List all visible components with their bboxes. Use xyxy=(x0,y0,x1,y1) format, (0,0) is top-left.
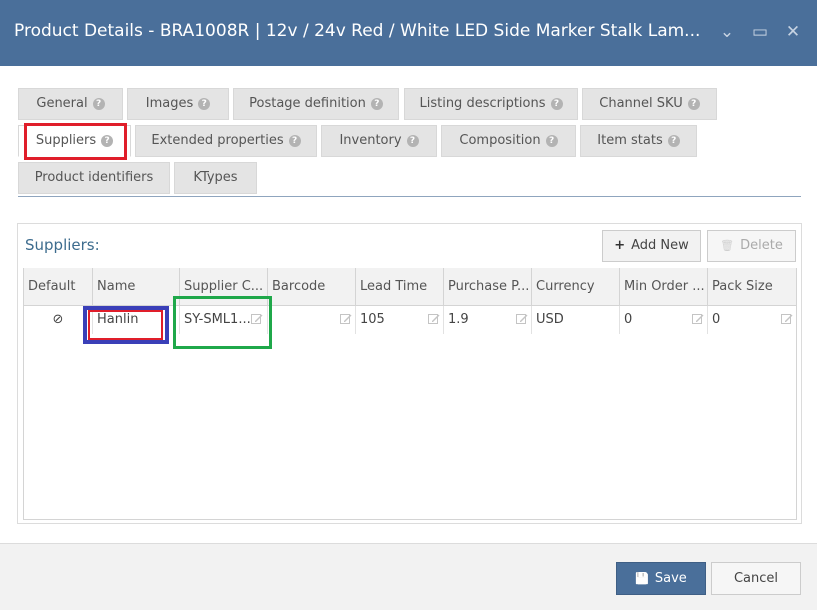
tab-ktypes[interactable]: KTypes xyxy=(174,162,257,194)
column-header-barcode[interactable]: Barcode xyxy=(268,268,356,306)
column-header-default[interactable]: Default xyxy=(24,268,93,306)
tab-label: Channel SKU xyxy=(599,96,683,111)
tab-general[interactable]: General? xyxy=(18,88,123,120)
tab-label: Images xyxy=(145,96,194,111)
suppliers-title: Suppliers: xyxy=(25,236,100,254)
default-radio[interactable]: ⊘ xyxy=(24,306,93,334)
tab-channel-sku[interactable]: Channel SKU? xyxy=(582,88,717,120)
help-icon[interactable]: ? xyxy=(101,135,114,147)
tab-divider xyxy=(18,196,801,197)
tab-label: Composition xyxy=(459,133,541,148)
column-header-name[interactable]: Name xyxy=(93,268,180,306)
maximize-icon[interactable]: ▭ xyxy=(751,22,769,42)
column-header-pack-size[interactable]: Pack Size xyxy=(708,268,796,306)
minimize-icon[interactable]: ⌄ xyxy=(718,22,736,42)
tab-images[interactable]: Images? xyxy=(127,88,229,120)
tab-label: Listing descriptions xyxy=(419,96,546,111)
edit-icon[interactable] xyxy=(781,313,793,325)
tab-item-stats[interactable]: Item stats? xyxy=(580,125,697,157)
tab-label: Product identifiers xyxy=(34,170,154,185)
help-icon[interactable]: ? xyxy=(545,135,558,147)
help-icon[interactable]: ? xyxy=(288,135,301,147)
window-title: Product Details - BRA1008R | 12v / 24v R… xyxy=(14,21,701,41)
tab-label: General xyxy=(36,96,88,111)
help-icon[interactable]: ? xyxy=(667,135,680,147)
edit-icon[interactable] xyxy=(340,313,352,325)
column-header-lead-time[interactable]: Lead Time xyxy=(356,268,444,306)
tab-label: Extended properties xyxy=(151,133,284,148)
column-header-supplier-code[interactable]: Supplier C... xyxy=(180,268,268,306)
supplier-name-cell[interactable]: Hanlin xyxy=(93,306,180,334)
column-header-currency[interactable]: Currency xyxy=(532,268,620,306)
column-header-min-order[interactable]: Min Order ... xyxy=(620,268,708,306)
cancel-button[interactable]: Cancel xyxy=(711,562,801,595)
delete-button[interactable]: 🗑 Delete xyxy=(707,230,796,262)
tab-product-identifiers[interactable]: Product identifiers xyxy=(18,162,170,194)
tab-suppliers[interactable]: Suppliers? xyxy=(18,125,131,157)
help-icon[interactable]: ? xyxy=(92,98,105,110)
save-button[interactable]: 💾 Save xyxy=(616,562,706,595)
currency-cell[interactable]: USD xyxy=(532,306,620,334)
add-new-button[interactable]: + Add New xyxy=(602,230,701,262)
tab-label: Inventory xyxy=(339,133,402,148)
help-icon[interactable]: ? xyxy=(370,98,383,110)
edit-icon[interactable] xyxy=(428,313,440,325)
tab-extended-properties[interactable]: Extended properties? xyxy=(135,125,317,157)
plus-icon: + xyxy=(614,238,626,253)
add-new-label: Add New xyxy=(631,238,689,253)
tab-composition[interactable]: Composition? xyxy=(441,125,576,157)
trash-icon: 🗑 xyxy=(720,239,735,252)
help-icon[interactable]: ? xyxy=(198,98,211,110)
help-icon[interactable]: ? xyxy=(687,98,700,110)
tab-label: Suppliers xyxy=(35,133,97,148)
edit-icon[interactable] xyxy=(516,313,528,325)
edit-icon[interactable] xyxy=(251,313,263,325)
tab-label: Item stats xyxy=(597,133,663,148)
tab-listing-descriptions[interactable]: Listing descriptions? xyxy=(404,88,578,120)
tab-label: KTypes xyxy=(193,170,238,185)
tab-postage-definition[interactable]: Postage definition? xyxy=(233,88,399,120)
save-label: Save xyxy=(654,571,687,586)
tab-label: Postage definition xyxy=(249,96,366,111)
column-header-purchase-price[interactable]: Purchase P... xyxy=(444,268,532,306)
help-icon[interactable]: ? xyxy=(550,98,563,110)
tab-inventory[interactable]: Inventory? xyxy=(321,125,437,157)
help-icon[interactable]: ? xyxy=(406,135,419,147)
edit-icon[interactable] xyxy=(692,313,704,325)
close-icon[interactable]: ✕ xyxy=(784,22,802,42)
delete-label: Delete xyxy=(740,238,783,253)
floppy-icon: 💾 xyxy=(635,572,649,585)
title-bar: Product Details - BRA1008R | 12v / 24v R… xyxy=(0,0,817,66)
